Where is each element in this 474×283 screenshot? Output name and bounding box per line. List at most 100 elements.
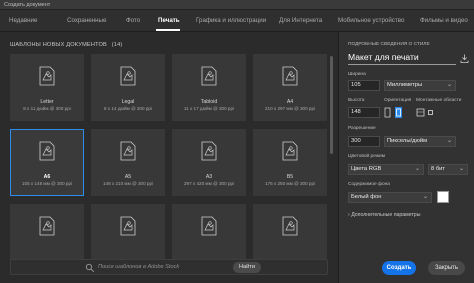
template-name: A6 — [43, 174, 51, 180]
template-name: A5 — [124, 174, 132, 180]
template-size: 297 x 420 мм @ 300 ppi — [183, 181, 235, 186]
template-size: 8 x 14 дюйм @ 300 ppi — [104, 106, 152, 111]
document-icon — [282, 66, 298, 86]
templates-heading: ШАБЛОНЫ НОВЫХ ДОКУМЕНТОВ (14) — [10, 42, 122, 48]
artboards-checkbox[interactable] — [428, 110, 433, 115]
template-name: Tabloid — [200, 99, 218, 105]
template-size: 105 x 148 мм @ 300 ppi — [21, 181, 73, 186]
document-icon — [282, 216, 298, 236]
artboard-icon — [416, 108, 425, 117]
template-tile-a3[interactable]: A3 297 x 420 мм @ 300 ppi — [172, 129, 246, 196]
create-button[interactable]: Создать — [382, 261, 416, 275]
resolution-units-value: Пикселы/дюйм — [387, 138, 428, 144]
portrait-icon — [384, 107, 391, 118]
templates-panel: ШАБЛОНЫ НОВЫХ ДОКУМЕНТОВ (14) Letter 8 x… — [0, 32, 338, 283]
width-input[interactable]: 105 — [348, 80, 380, 91]
search-input[interactable]: Поиск шаблонов в Adobe Stock — [98, 264, 179, 270]
template-size: 11 x 17 дюйм @ 300 ppi — [183, 106, 235, 111]
chevron-down-icon: ⌄ — [458, 166, 464, 172]
save-preset-icon[interactable] — [460, 54, 469, 63]
templates-heading-text: ШАБЛОНЫ НОВЫХ ДОКУМЕНТОВ — [10, 42, 107, 48]
document-icon — [120, 216, 136, 236]
document-name-input[interactable]: Макет для печати — [348, 52, 456, 65]
template-tile-letter[interactable]: Letter 8 x 11 дюйм @ 300 ppi — [10, 54, 84, 121]
document-icon — [201, 216, 217, 236]
units-select[interactable]: Миллиметры ⌄ — [384, 80, 456, 91]
resolution-units-select[interactable]: Пикселы/дюйм ⌄ — [384, 136, 456, 147]
tab-print[interactable]: Печать — [158, 17, 180, 24]
portrait-icon — [396, 108, 401, 117]
chevron-right-icon: › — [348, 212, 350, 218]
template-tile-a6[interactable]: A6 105 x 148 мм @ 300 ppi — [10, 129, 84, 196]
background-value: Белый фон — [351, 194, 382, 200]
advanced-options-label: Дополнительные параметры — [351, 212, 421, 218]
template-size: 176 x 250 мм @ 300 ppi — [264, 181, 316, 186]
document-icon — [120, 66, 136, 86]
title-bar: Создать документ — [0, 0, 474, 10]
tab-mobile[interactable]: Мобильное устройство — [338, 17, 404, 24]
template-name: A4 — [286, 99, 294, 105]
template-size: 148 x 210 мм @ 300 ppi — [102, 181, 154, 186]
color-mode-label: Цветовой режим — [348, 154, 386, 159]
templates-scrollbar[interactable] — [329, 54, 334, 275]
tab-photo[interactable]: Фото — [126, 17, 140, 24]
template-tile-tabloid[interactable]: Tabloid 11 x 17 дюйм @ 300 ppi — [172, 54, 246, 121]
document-icon — [201, 66, 217, 86]
width-label: Ширина — [348, 72, 366, 77]
height-label: Высота — [348, 98, 365, 103]
artboards-label: Монтажные области — [416, 98, 462, 103]
height-input[interactable]: 148 — [348, 107, 380, 118]
close-button[interactable]: Закрыть — [428, 261, 465, 275]
document-icon — [39, 66, 55, 86]
template-name: Legal — [121, 99, 135, 105]
document-icon — [201, 141, 217, 161]
orientation-landscape-button[interactable] — [395, 107, 402, 118]
scrollbar-thumb[interactable] — [330, 56, 333, 154]
bit-depth-value: 8 бит — [431, 166, 446, 172]
chevron-down-icon: ⌄ — [446, 138, 452, 144]
bit-depth-select[interactable]: 8 бит ⌄ — [428, 164, 468, 175]
template-name: B5 — [286, 174, 294, 180]
background-select[interactable]: Белый фон ⌄ — [348, 192, 432, 203]
color-mode-value: Цвета RGB — [351, 166, 382, 172]
template-grid: Letter 8 x 11 дюйм @ 300 ppi Legal 8 x 1… — [10, 54, 328, 275]
template-name: A3 — [205, 174, 213, 180]
details-panel: ПОДРОБНЫЕ СВЕДЕНИЯ О СТИЛЕ Макет для печ… — [338, 32, 474, 283]
category-tabs: Недавние Сохраненные Фото Печать Графика… — [0, 10, 474, 32]
template-tile-b5[interactable]: B5 176 x 250 мм @ 300 ppi — [253, 129, 327, 196]
tab-recent[interactable]: Недавние — [9, 17, 37, 24]
document-icon — [282, 141, 298, 161]
chevron-down-icon: ⌄ — [414, 166, 420, 172]
template-size: 210 x 297 мм @ 300 ppi — [264, 106, 316, 111]
tab-art-illustration[interactable]: Графика и иллюстрации — [196, 17, 266, 24]
document-icon — [39, 141, 55, 161]
chevron-down-icon: ⌄ — [422, 194, 428, 200]
template-size: 8 x 11 дюйм @ 300 ppi — [23, 106, 71, 111]
search-icon — [85, 263, 95, 273]
resolution-input[interactable]: 300 — [348, 136, 380, 147]
details-heading: ПОДРОБНЫЕ СВЕДЕНИЯ О СТИЛЕ — [348, 42, 430, 47]
tab-saved[interactable]: Сохраненные — [67, 17, 106, 24]
templates-count: (14) — [111, 42, 123, 48]
color-mode-select[interactable]: Цвета RGB ⌄ — [348, 164, 424, 175]
active-tab-indicator — [156, 29, 180, 31]
chevron-down-icon: ⌄ — [446, 82, 452, 88]
template-tile-legal[interactable]: Legal 8 x 14 дюйм @ 300 ppi — [91, 54, 165, 121]
template-name: Letter — [40, 99, 54, 105]
tab-film-video[interactable]: Фильмы и видео — [420, 17, 468, 24]
document-icon — [39, 216, 55, 236]
window-title: Создать документ — [4, 1, 51, 8]
orientation-portrait-button[interactable] — [384, 107, 391, 118]
background-label: Содержимое фона — [348, 182, 390, 187]
stock-search-bar: Поиск шаблонов в Adobe Stock Найти — [10, 259, 328, 275]
find-button[interactable]: Найти — [233, 262, 261, 273]
template-tile-a5[interactable]: A5 148 x 210 мм @ 300 ppi — [91, 129, 165, 196]
orientation-label: Ориентация — [384, 98, 412, 103]
background-color-swatch[interactable] — [437, 191, 449, 203]
template-tile-a4[interactable]: A4 210 x 297 мм @ 300 ppi — [253, 54, 327, 121]
document-icon — [120, 141, 136, 161]
resolution-label: Разрешение — [348, 126, 376, 131]
tab-web[interactable]: Для Интернета — [279, 17, 322, 24]
advanced-options-toggle[interactable]: › Дополнительные параметры — [348, 212, 420, 218]
units-value: Миллиметры — [387, 82, 423, 88]
